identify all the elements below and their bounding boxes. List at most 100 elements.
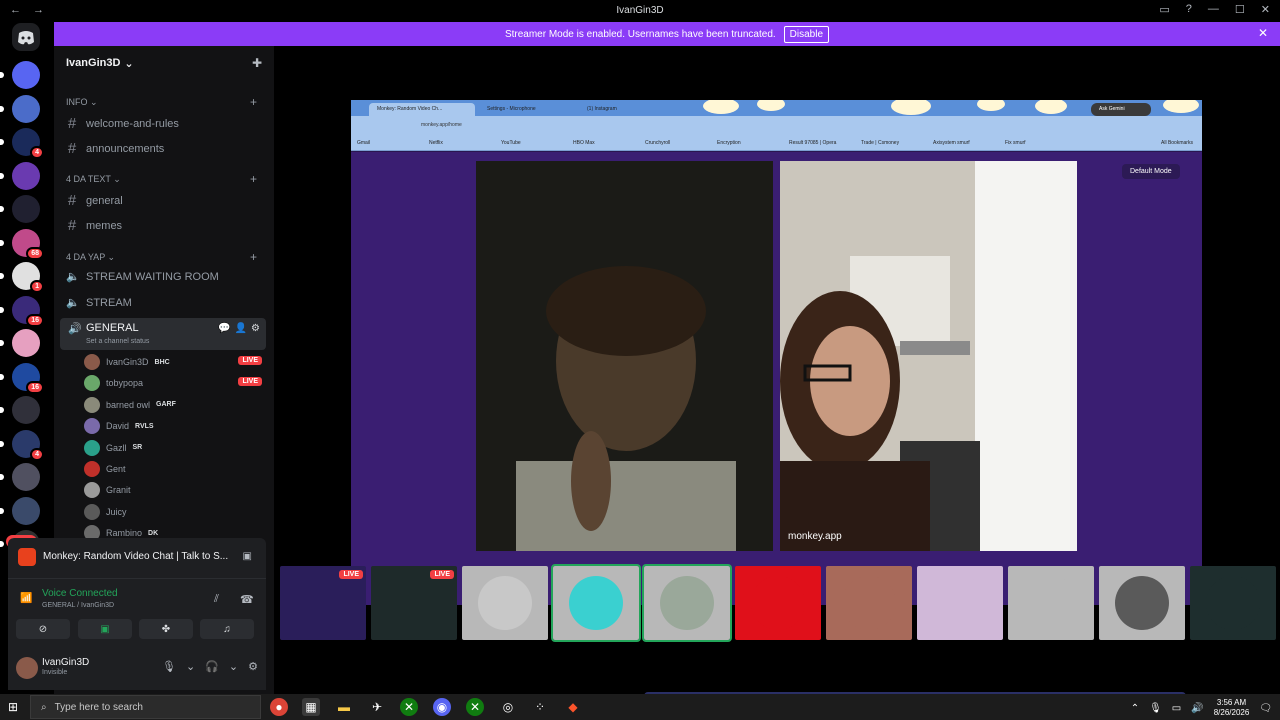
add-channel-icon[interactable]: + [250,250,257,264]
screen-share-icon[interactable]: ▣ [243,551,252,562]
server-icon[interactable]: 16 [0,362,44,394]
channel-status[interactable]: Set a channel status [86,338,149,345]
channel-general[interactable]: # general [66,192,123,209]
chevron-down-icon[interactable]: ⌄ [229,660,238,673]
username[interactable]: IvanGin3D [42,657,89,668]
voice-member[interactable]: IvanGin3D BHC LIVE [84,354,262,370]
participant-tile[interactable] [642,564,732,642]
server-icon[interactable] [0,496,40,525]
clock[interactable]: 3:56 AM 8/26/2026 [1214,698,1250,718]
calculator-icon[interactable]: ▦ [302,698,320,716]
notification-icon[interactable]: 🗨 [1259,703,1272,714]
discord-home-icon[interactable] [12,23,40,51]
participant-tile[interactable] [917,566,1003,640]
add-member-icon[interactable]: ✚ [252,56,262,70]
network-icon[interactable]: ▭ [1172,703,1181,714]
disconnect-icon[interactable]: ☎ [240,593,254,606]
camera-button[interactable]: ⊘ [16,619,70,639]
server-icon[interactable]: 1 [0,262,44,293]
chevron-down-icon[interactable]: ⌄ [186,660,195,673]
app-icon[interactable]: ✈ [368,698,386,716]
help-icon[interactable]: ? [1186,3,1192,16]
server-icon[interactable] [0,463,40,491]
voice-member[interactable]: Granit [84,482,262,499]
participant-tile[interactable] [1190,566,1276,640]
brave-icon[interactable]: ◆ [564,698,582,716]
participant-tile[interactable] [1008,566,1094,640]
close-icon[interactable]: ✕ [1258,26,1268,40]
volume-icon[interactable]: 🔊 [1191,703,1203,714]
voice-connected-label[interactable]: Voice Connected [42,588,118,599]
windows-start-icon[interactable]: ⊞ [8,700,18,714]
browser-bookmarks-bar: Gmail Netflix YouTube HBO Max Crunchyroll Enc… [351,137,1202,151]
server-icon[interactable] [0,161,40,190]
microphone-icon[interactable]: 🎙 [1149,703,1162,714]
chrome-icon[interactable]: ● [270,698,288,716]
gear-icon[interactable]: ⚙ [248,660,258,673]
avatar[interactable] [16,657,38,679]
category-info[interactable]: INFO ⌄ + [66,95,257,109]
chevron-up-icon[interactable]: ⌃ [1131,703,1139,714]
discord-taskbar-icon[interactable]: ◉ [433,698,451,716]
search-input[interactable]: Type here to search [55,702,143,713]
chat-icon[interactable]: 💬 [218,323,230,334]
screen-share-button[interactable]: ▣ [78,619,132,639]
activities-button[interactable]: ✤ [139,619,193,639]
participant-tile[interactable] [551,564,641,642]
inbox-icon[interactable]: ▭ [1159,3,1169,16]
server-icon[interactable]: 16 [0,295,44,327]
server-header[interactable]: IvanGin3D ⌄ ✚ [54,46,274,80]
file-explorer-icon[interactable]: ▬ [335,698,353,716]
voice-member[interactable]: Gazll SR [84,439,262,456]
participant-tile[interactable] [462,566,548,640]
voice-member[interactable]: barned owl GARF [84,396,262,413]
live-badge: LIVE [238,377,262,387]
noise-suppression-icon[interactable]: ⫽ [214,593,219,606]
voice-channel-stream[interactable]: 🔈 STREAM [66,296,132,310]
maximize-button[interactable]: ☐ [1235,3,1245,16]
channel-memes[interactable]: # memes [66,217,122,234]
voice-member[interactable]: Gent [84,461,262,477]
unread-indicator [0,105,4,112]
server-icon[interactable]: 4 [0,429,44,461]
server-icon[interactable] [0,94,40,123]
category-4-da-yap[interactable]: 4 DA YAP ⌄ + [66,250,257,264]
voice-member[interactable]: tobypopa LIVE [84,375,262,392]
server-icon[interactable] [0,396,40,424]
channel-welcome-and-rules[interactable]: # welcome-and-rules [66,115,179,132]
server-icon[interactable] [0,329,40,357]
activity-panel[interactable]: Monkey: Random Video Chat | Talk to S...… [8,538,266,578]
gear-icon[interactable]: ⚙ [251,323,260,334]
voice-member[interactable]: Juicy [84,503,262,520]
category-4-da-text[interactable]: 4 DA TEXT ⌄ + [66,172,257,186]
server-icon[interactable]: 68 [0,228,44,260]
invite-icon[interactable]: 👤 [235,323,247,334]
participant-tile[interactable]: LIVE [371,566,457,640]
close-window-button[interactable]: ✕ [1261,3,1270,16]
voice-channel-stream-waiting-room[interactable]: 🔈 STREAM WAITING ROOM [66,270,219,284]
participant-tile[interactable] [735,566,821,640]
headphones-icon[interactable]: 🎧 [205,660,219,673]
xbox-app-icon[interactable]: ✕ [466,698,484,716]
server-icon[interactable] [0,61,40,89]
xbox-icon[interactable]: ✕ [400,698,418,716]
server-icon[interactable] [0,195,40,223]
voice-channel-general[interactable]: 🔊 GENERAL Set a channel status 💬 👤 ⚙ [60,318,266,350]
microphone-icon[interactable]: 🎙 [162,660,176,673]
add-channel-icon[interactable]: + [250,172,257,186]
steam-icon[interactable]: ◎ [499,698,517,716]
server-icon[interactable]: 4 [0,128,44,159]
stream-video[interactable]: Monkey: Random Video Ch... Settings - Mi… [351,100,1202,605]
soundboard-button[interactable]: ♫ [200,619,254,639]
disable-button[interactable]: Disable [783,25,830,43]
app-icon[interactable]: ⁘ [531,698,549,716]
participant-tile[interactable]: LIVE [280,566,366,640]
channel-announcements[interactable]: # announcements [66,140,164,157]
participant-tile[interactable] [826,566,912,640]
add-channel-icon[interactable]: + [250,95,257,109]
voice-member[interactable]: David RVLS [84,418,262,435]
signal-icon[interactable]: 📶 [20,593,32,604]
minimize-button[interactable]: — [1208,3,1219,16]
taskbar-search[interactable]: ⌕ Type here to search [30,695,261,719]
participant-tile[interactable] [1099,566,1185,640]
